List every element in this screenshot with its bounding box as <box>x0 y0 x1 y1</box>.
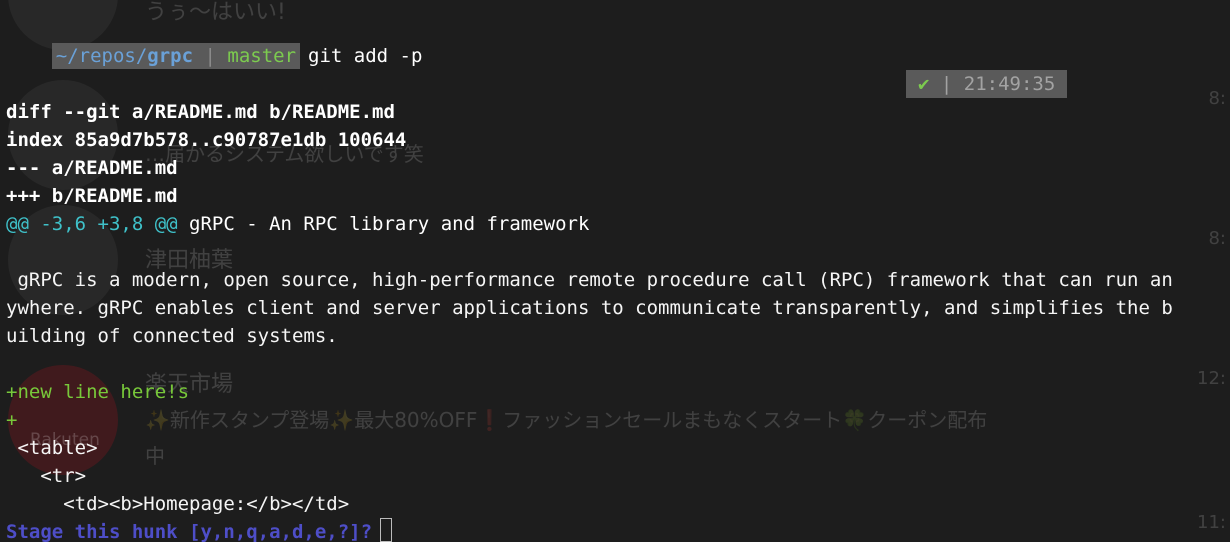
chat-timestamp: 8: <box>1208 88 1226 109</box>
diff-context-line: <table> <box>6 437 98 459</box>
terminal-window[interactable]: うぅ〜はいい! …届かるシステム欲しいです笑 8: 津田柚葉 8: Rakute… <box>0 0 1230 542</box>
hunk-context: gRPC - An RPC library and framework <box>177 213 590 235</box>
stage-hunk-prompt-line[interactable]: Stage this hunk [y,n,q,a,d,e,?]? <box>6 518 393 542</box>
prompt-repo-name: grpc <box>147 45 194 67</box>
diff-context-line: gRPC is a modern, open source, high-perf… <box>6 269 1173 291</box>
diff-context-line: <td><b>Homepage:</b></td> <box>6 493 350 515</box>
status-separator: | <box>929 73 964 95</box>
diff-old-file-line: --- a/README.md <box>6 157 178 179</box>
chat-timestamp: 8: <box>1208 228 1226 249</box>
chat-message-preview: ✨新作スタンプ登場✨最大80%OFF❗ファッションセールまもなくスタート🍀クーポ… <box>145 408 988 432</box>
prompt-path-prefix: ~/repos/ <box>55 45 148 67</box>
diff-added-line: +new line here!s <box>6 381 190 403</box>
success-check-icon: ✔ <box>918 73 930 95</box>
chat-timestamp: 11: <box>1197 512 1226 533</box>
command-status-badge: ✔ | 21:49:35 <box>906 70 1068 98</box>
terminal-cursor[interactable] <box>380 518 393 542</box>
shell-prompt-line: ~/repos/grpc | master git add -p <box>6 14 422 69</box>
prompt-separator: | <box>193 45 228 67</box>
diff-hunk-header: @@ -3,6 +3,8 @@ gRPC - An RPC library an… <box>6 210 589 238</box>
prompt-path-segment: ~/repos/grpc | master <box>51 43 301 69</box>
diff-added-line: + <box>6 409 18 431</box>
hunk-range: @@ -3,6 +3,8 @@ <box>6 213 178 235</box>
shell-command: git add -p <box>308 45 423 67</box>
chat-timestamp: 12: <box>1197 368 1226 389</box>
diff-context-line: ywhere. gRPC enables client and server a… <box>6 297 1173 319</box>
diff-index-line: index 85a9d7b578..c90787e1db 100644 <box>6 129 407 151</box>
stage-hunk-prompt: Stage this hunk [y,n,q,a,d,e,?]? <box>6 521 373 542</box>
prompt-branch-name: master <box>227 45 297 67</box>
chat-message-preview-cont: 中 <box>145 444 165 468</box>
command-timestamp: 21:49:35 <box>963 73 1056 95</box>
diff-header-line: diff --git a/README.md b/README.md <box>6 101 395 123</box>
diff-context-line: uilding of connected systems. <box>6 325 338 347</box>
diff-context-line: <tr> <box>6 465 87 487</box>
diff-new-file-line: +++ b/README.md <box>6 185 178 207</box>
